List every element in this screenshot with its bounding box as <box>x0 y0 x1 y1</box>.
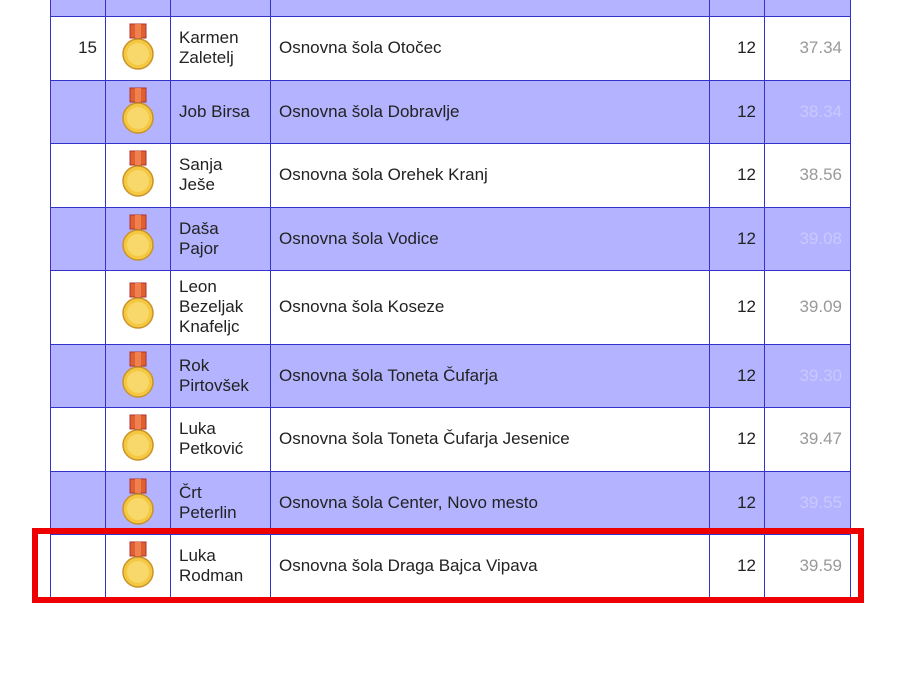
rank-cell <box>50 470 106 535</box>
time-cell: 38.56 <box>764 142 851 208</box>
rank-cell: 15 <box>50 15 106 81</box>
points-cell: 12 <box>709 206 765 271</box>
rank-cell <box>50 269 106 345</box>
rank-cell <box>50 142 106 208</box>
time-cell: 39.09 <box>764 269 851 345</box>
bronze-medal-icon <box>105 533 171 599</box>
results-table-container: 15 Karmen Zaletelj Osnovna šola Otočec 1… <box>50 0 851 603</box>
bronze-medal-icon <box>105 269 171 345</box>
table-row: 15 Karmen Zaletelj Osnovna šola Otočec 1… <box>50 15 851 81</box>
time-cell: 39.47 <box>764 406 851 472</box>
school-cell: Osnovna šola Center, Novo mesto <box>270 470 710 535</box>
school-cell: Osnovna šola Vodice <box>270 206 710 271</box>
bronze-medal-icon <box>105 142 171 208</box>
points-cell: 12 <box>709 470 765 535</box>
time-cell: 38.34 <box>764 79 851 144</box>
rank-cell <box>50 343 106 408</box>
bronze-medal-icon <box>105 206 171 271</box>
table-row: Črt Peterlin Osnovna šola Center, Novo m… <box>50 470 851 535</box>
name-cell: Leon Bezeljak Knafeljc <box>170 269 271 345</box>
rank-cell <box>50 406 106 472</box>
points-cell: 12 <box>709 142 765 208</box>
school-cell: Osnovna šola Toneta Čufarja <box>270 343 710 408</box>
table-row: Leon Bezeljak Knafeljc Osnovna šola Kose… <box>50 269 851 345</box>
table-row-partial <box>50 0 851 17</box>
table-row: Job Birsa Osnovna šola Dobravlje 12 38.3… <box>50 79 851 144</box>
time-cell: 39.59 <box>764 533 851 599</box>
time-cell: 39.30 <box>764 343 851 408</box>
school-cell: Osnovna šola Koseze <box>270 269 710 345</box>
time-cell: 39.55 <box>764 470 851 535</box>
bronze-medal-icon <box>105 470 171 535</box>
school-cell: Osnovna šola Draga Bajca Vipava <box>270 533 710 599</box>
points-cell: 12 <box>709 343 765 408</box>
table-row-partial <box>50 598 851 603</box>
name-cell: Rok Pirtovšek <box>170 343 271 408</box>
rank-cell <box>50 533 106 599</box>
results-table: 15 Karmen Zaletelj Osnovna šola Otočec 1… <box>50 0 851 603</box>
rank-cell <box>50 206 106 271</box>
bronze-medal-icon <box>105 406 171 472</box>
school-cell: Osnovna šola Toneta Čufarja Jesenice <box>270 406 710 472</box>
table-row: Luka Petković Osnovna šola Toneta Čufarj… <box>50 406 851 472</box>
name-cell: Karmen Zaletelj <box>170 15 271 81</box>
name-cell: Luka Rodman <box>170 533 271 599</box>
name-cell: Luka Petković <box>170 406 271 472</box>
points-cell: 12 <box>709 15 765 81</box>
table-row-highlighted: Luka Rodman Osnovna šola Draga Bajca Vip… <box>50 533 851 599</box>
bronze-medal-icon <box>105 79 171 144</box>
points-cell: 12 <box>709 269 765 345</box>
time-cell: 39.08 <box>764 206 851 271</box>
name-cell: Daša Pajor <box>170 206 271 271</box>
table-row: Sanja Ješe Osnovna šola Orehek Kranj 12 … <box>50 142 851 208</box>
name-cell: Job Birsa <box>170 79 271 144</box>
rank-cell <box>50 79 106 144</box>
name-cell: Črt Peterlin <box>170 470 271 535</box>
points-cell: 12 <box>709 533 765 599</box>
school-cell: Osnovna šola Dobravlje <box>270 79 710 144</box>
table-row: Rok Pirtovšek Osnovna šola Toneta Čufarj… <box>50 343 851 408</box>
table-row: Daša Pajor Osnovna šola Vodice 12 39.08 <box>50 206 851 271</box>
bronze-medal-icon <box>105 343 171 408</box>
bronze-medal-icon <box>105 15 171 81</box>
points-cell: 12 <box>709 406 765 472</box>
time-cell: 37.34 <box>764 15 851 81</box>
points-cell: 12 <box>709 79 765 144</box>
school-cell: Osnovna šola Otočec <box>270 15 710 81</box>
school-cell: Osnovna šola Orehek Kranj <box>270 142 710 208</box>
name-cell: Sanja Ješe <box>170 142 271 208</box>
